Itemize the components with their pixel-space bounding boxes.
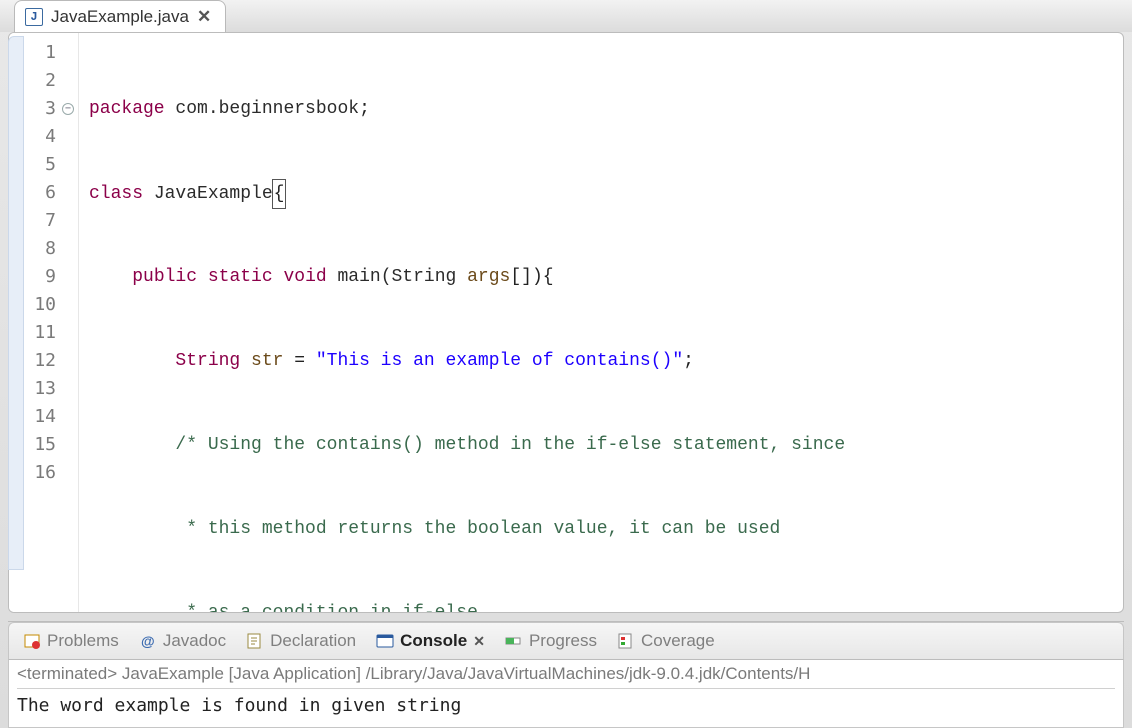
tab-progress[interactable]: Progress (505, 631, 597, 651)
tab-console[interactable]: Console ✕ (376, 631, 485, 651)
editor-tab-javaexample[interactable]: J JavaExample.java ✕ (14, 0, 226, 32)
fold-toggle-icon[interactable]: − (62, 103, 74, 115)
line-number: 6 (9, 179, 78, 207)
tab-label: Progress (529, 631, 597, 651)
problems-icon (23, 632, 41, 650)
editor-tab-label: JavaExample.java (51, 7, 189, 27)
eclipse-editor-window: J JavaExample.java ✕ 1 2 3− 4 5 6 7 8 9 … (0, 0, 1132, 728)
coverage-icon (617, 632, 635, 650)
line-number: 3− (9, 95, 78, 123)
line-number: 10 (9, 291, 78, 319)
tab-declaration[interactable]: Declaration (246, 631, 356, 651)
console-view[interactable]: <terminated> JavaExample [Java Applicati… (8, 660, 1124, 728)
line-number: 11 (9, 319, 78, 347)
tab-javadoc[interactable]: @ Javadoc (139, 631, 226, 651)
java-file-icon: J (25, 8, 43, 26)
tab-label: Console (400, 631, 467, 651)
tab-label: Problems (47, 631, 119, 651)
tab-coverage[interactable]: Coverage (617, 631, 715, 651)
close-icon[interactable]: ✕ (473, 633, 485, 650)
line-number: 15 (9, 431, 78, 459)
line-number: 1 (9, 39, 78, 67)
declaration-icon (246, 632, 264, 650)
cursor-box: { (272, 179, 287, 209)
line-number: 16 (9, 459, 78, 487)
tab-problems[interactable]: Problems (23, 631, 119, 651)
code-editor[interactable]: 1 2 3− 4 5 6 7 8 9 10 11 12 13 14 15 16 … (8, 32, 1124, 613)
line-number: 13 (9, 375, 78, 403)
tab-label: Declaration (270, 631, 356, 651)
line-number: 12 (9, 347, 78, 375)
progress-icon (505, 632, 523, 650)
line-number: 4 (9, 123, 78, 151)
line-number: 8 (9, 235, 78, 263)
tab-label: Javadoc (163, 631, 226, 651)
view-tabbar: Problems @ Javadoc Declaration Console ✕ (8, 622, 1124, 660)
line-number: 2 (9, 67, 78, 95)
code-text-area[interactable]: package com.beginnersbook; class JavaExa… (79, 33, 1123, 612)
console-launch-title: <terminated> JavaExample [Java Applicati… (17, 664, 1115, 689)
tab-label: Coverage (641, 631, 715, 651)
line-number: 7 (9, 207, 78, 235)
close-icon[interactable]: ✕ (197, 7, 211, 27)
console-output: The word example is found in given strin… (17, 689, 1115, 719)
line-number: 5 (9, 151, 78, 179)
console-icon (376, 632, 394, 650)
line-number: 14 (9, 403, 78, 431)
line-number: 9 (9, 263, 78, 291)
editor-tabbar: J JavaExample.java ✕ (0, 0, 1132, 32)
lower-panel: Problems @ Javadoc Declaration Console ✕ (8, 621, 1124, 728)
javadoc-icon: @ (139, 632, 157, 650)
